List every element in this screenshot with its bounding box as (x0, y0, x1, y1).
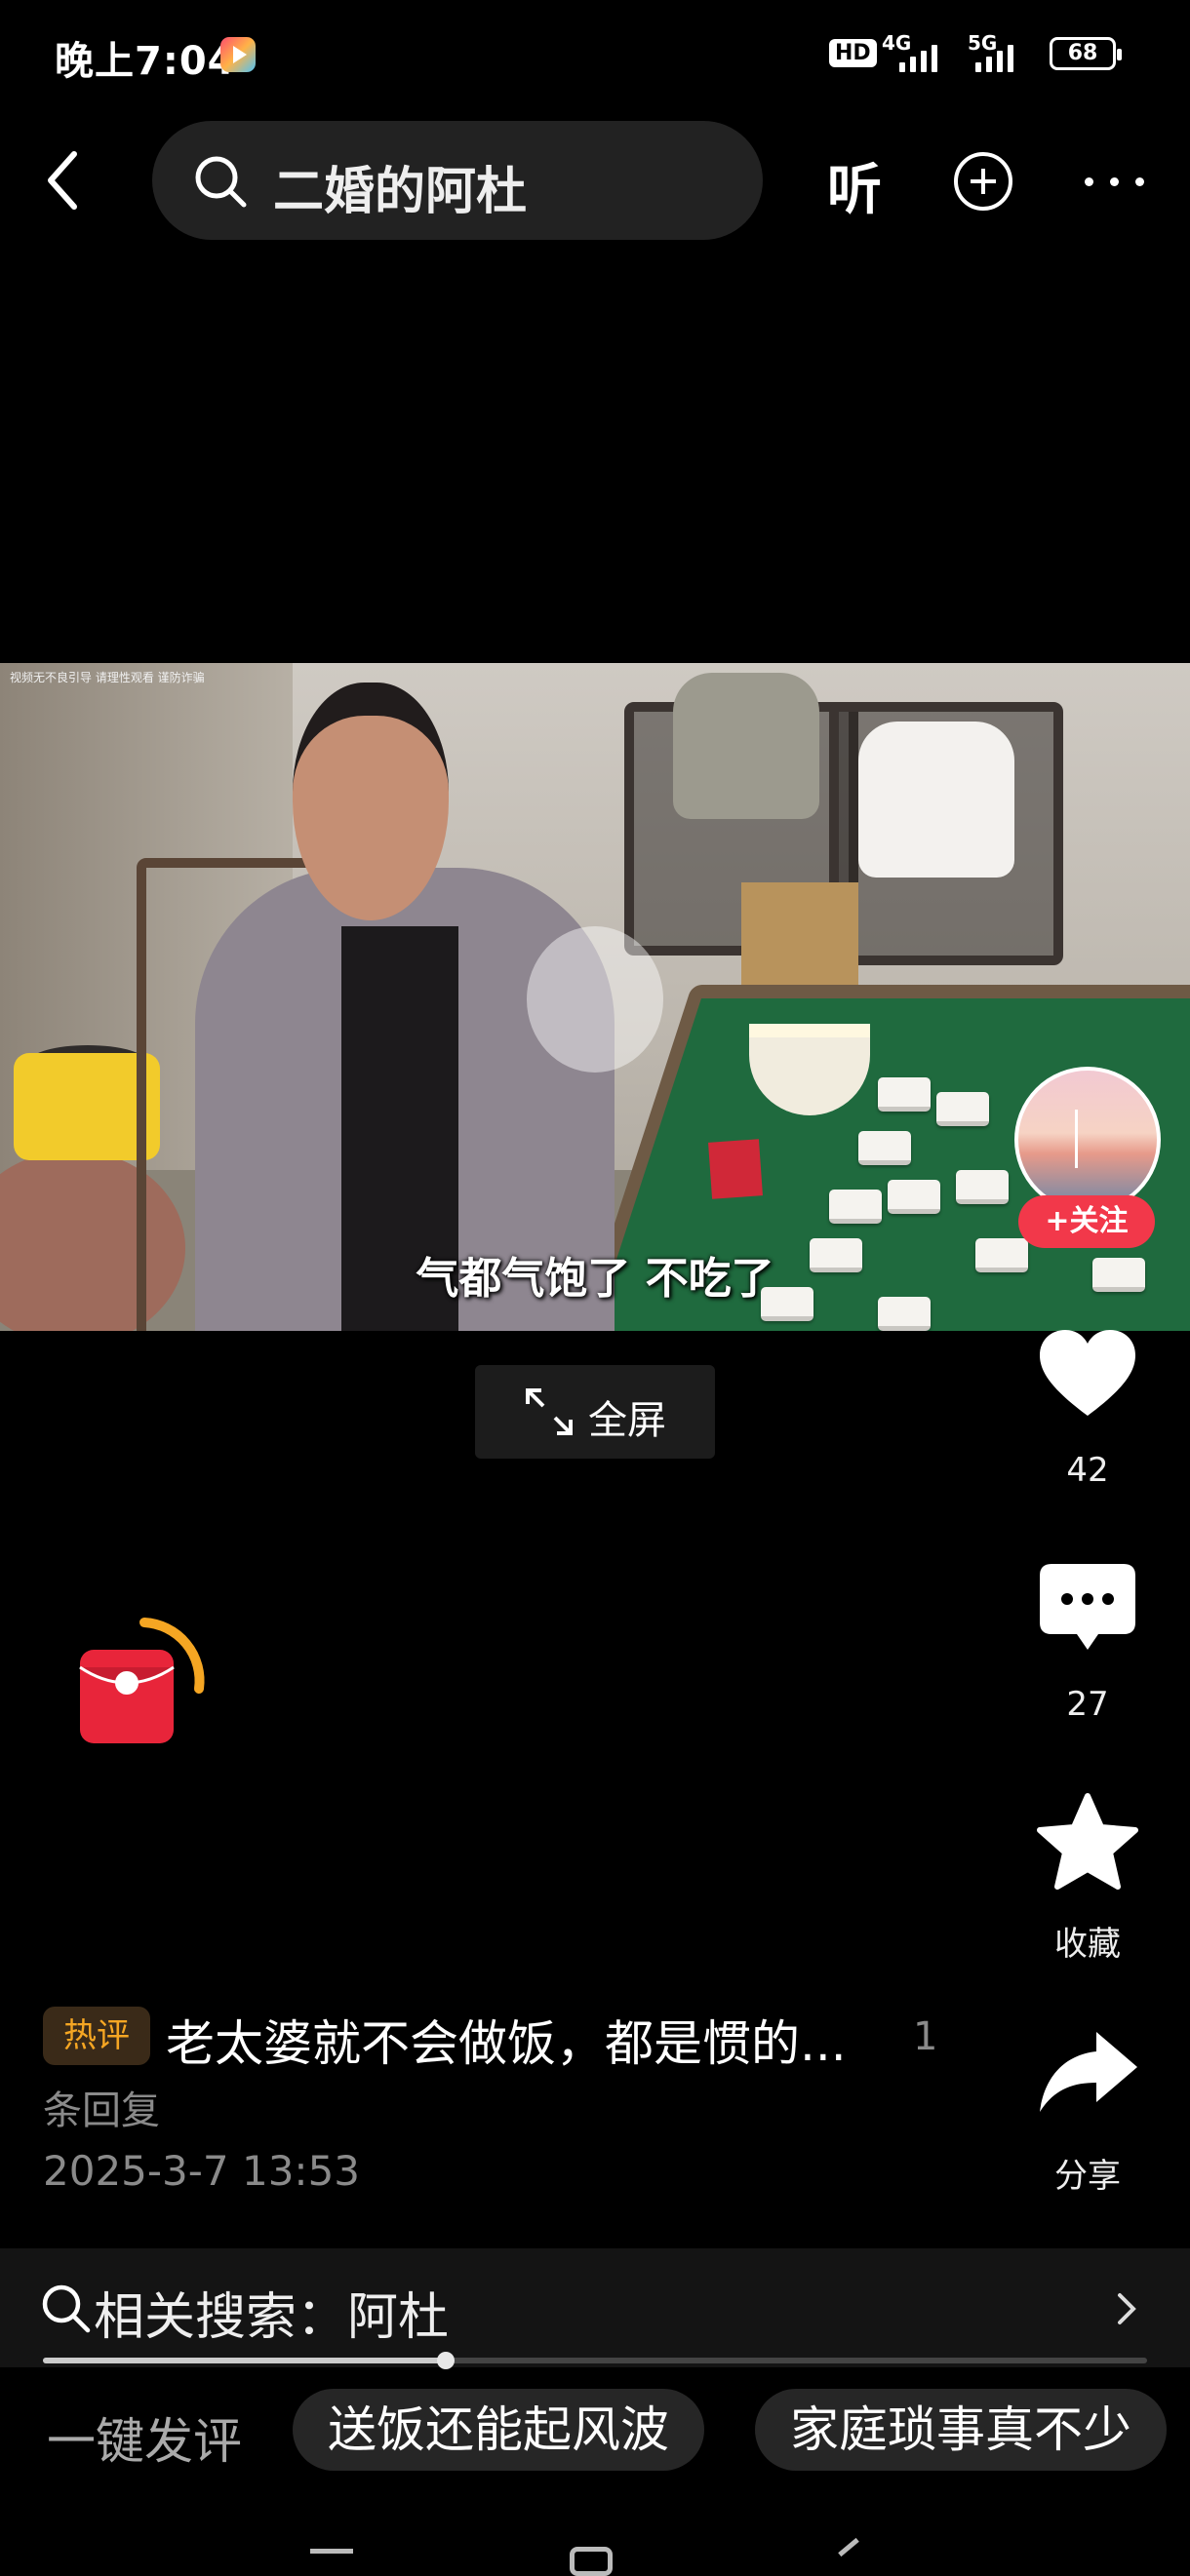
video-subtitle: 气都气饱了 不吃了 (416, 1254, 774, 1304)
hot-comment-badge: 热评 (43, 2007, 150, 2065)
like-button[interactable] (1034, 1322, 1141, 1429)
battery-icon: 68 (1050, 37, 1122, 70)
favorite-button[interactable] (1034, 1790, 1141, 1897)
reply-count[interactable]: 1 (913, 2014, 937, 2059)
reply-label[interactable]: 条回复 (43, 2079, 160, 2135)
listen-button[interactable]: 听 (827, 146, 882, 225)
share-label: 分享 (1054, 2157, 1121, 2196)
video-watermark: 视频无不良引导 请理性观看 谨防诈骗 (10, 671, 205, 684)
video-progress-fill (43, 2358, 447, 2363)
more-icon[interactable] (1081, 168, 1149, 197)
like-count: 42 (1066, 1451, 1109, 1490)
video-player[interactable]: 视频无不良引导 请理性观看 谨防诈骗 气都气饱了 不吃了 (0, 663, 1190, 1331)
search-bar[interactable]: 二婚的阿杜 (152, 121, 763, 240)
status-time: 晚上7:04 (55, 39, 236, 84)
video-scene-person-head (293, 683, 449, 920)
signal-bars-icon-2 (975, 43, 1013, 72)
signal-bars-icon (899, 43, 937, 72)
mahjong-tile (878, 1077, 931, 1112)
comment-count: 27 (1066, 1685, 1109, 1724)
fullscreen-button[interactable]: 全屏 (475, 1365, 715, 1459)
chevron-left-icon (48, 151, 77, 210)
mahjong-tile (858, 1131, 911, 1165)
video-scene-box (741, 882, 858, 999)
video-scene-bag (673, 673, 819, 819)
mahjong-tile (956, 1170, 1009, 1204)
search-query: 二婚的阿杜 (273, 163, 528, 221)
fullscreen-label: 全屏 (588, 1398, 666, 1443)
quick-comment-label: 一键发评 (47, 2413, 242, 2470)
wind-turbine-icon (1075, 1110, 1078, 1168)
red-packet-button[interactable] (68, 1609, 215, 1755)
back-nav-icon[interactable] (838, 2537, 859, 2557)
back-button[interactable] (39, 146, 98, 215)
comment-icon (1040, 1564, 1135, 1650)
related-search-label: 相关搜索：阿杜 (94, 2288, 450, 2347)
expand-icon (526, 1388, 573, 1435)
author-avatar[interactable] (1014, 1067, 1161, 1213)
video-scene-sack (858, 722, 1014, 878)
mahjong-tile (888, 1180, 940, 1214)
favorite-label: 收藏 (1054, 1925, 1121, 1964)
hot-comment-text[interactable]: 老太婆就不会做饭，都是惯的... (166, 2005, 847, 2075)
follow-button[interactable]: +关注 (1018, 1195, 1155, 1248)
red-packet-icon (79, 1618, 205, 1743)
video-progress-bar[interactable] (43, 2352, 1147, 2369)
comment-timestamp: 2025-3-7 13:53 (43, 2147, 361, 2195)
system-nav-bar (0, 2535, 1190, 2576)
related-search-bar[interactable]: 相关搜索：阿杜 (0, 2248, 1190, 2367)
star-icon (1037, 1793, 1138, 1890)
mahjong-tile (936, 1092, 989, 1126)
heart-icon (1040, 1330, 1135, 1416)
share-arrow-icon (1040, 2032, 1137, 2112)
share-button[interactable] (1034, 2022, 1141, 2129)
quick-comment-chip[interactable]: 家庭琐事真不少 (755, 2389, 1167, 2471)
chevron-right-icon (1118, 2293, 1136, 2324)
search-icon (195, 156, 247, 208)
home-nav-icon[interactable] (570, 2547, 613, 2576)
add-icon[interactable] (954, 152, 1012, 211)
menu-nav-icon[interactable] (310, 2549, 353, 2554)
hd-voice-icon: HD (829, 39, 877, 67)
status-bar: 晚上7:04 HD 4G 5G 68 (0, 0, 1190, 107)
quick-comment-chip[interactable]: 送饭还能起风波 (293, 2389, 704, 2471)
mahjong-tile (829, 1190, 882, 1224)
search-icon (42, 2284, 91, 2333)
comment-button[interactable] (1034, 1556, 1141, 1663)
app-notification-icon (220, 37, 256, 72)
video-scene-fan (527, 926, 663, 1073)
video-scene-red-box (708, 1139, 763, 1199)
